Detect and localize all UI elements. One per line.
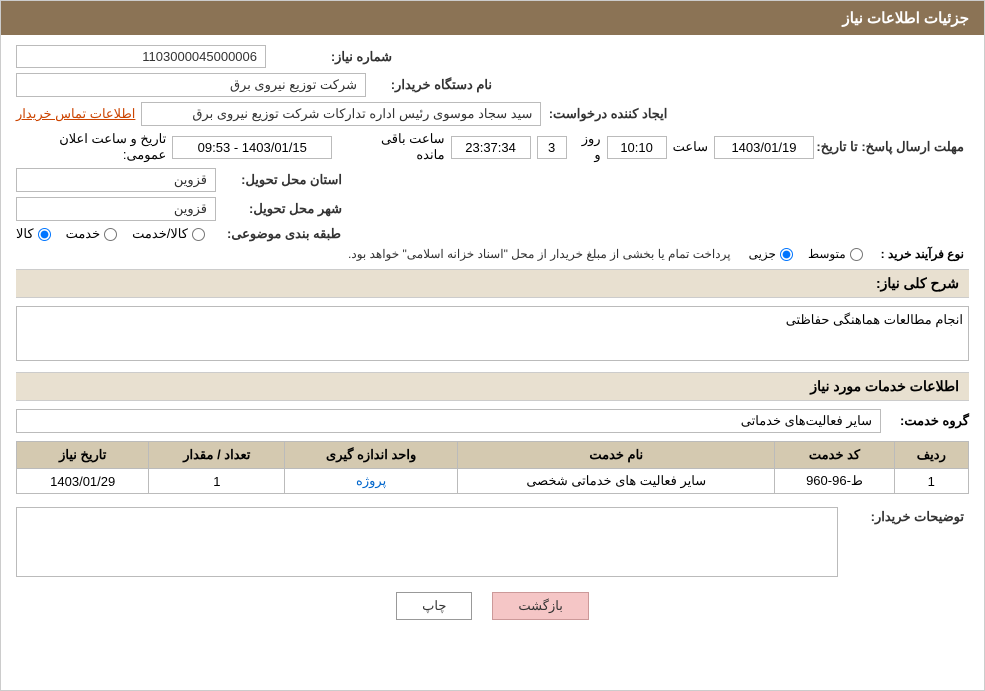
name-darkhast-row: نام دستگاه خریدار: شرکت توزیع نیروی برق xyxy=(16,73,969,97)
radio-motavasset-label: متوسط xyxy=(808,247,846,261)
nooe-desc: پرداخت تمام یا بخشی از مبلغ خریدار از مح… xyxy=(16,247,731,261)
back-button[interactable]: بازگشت xyxy=(492,592,588,620)
tarikh-elan-value: 1403/01/15 - 09:53 xyxy=(172,136,332,159)
rooz-value: 3 xyxy=(537,136,567,159)
nooe-row: نوع فرآیند خرید : متوسط جزیی پرداخت تمام… xyxy=(16,247,969,261)
page-header: جزئیات اطلاعات نیاز xyxy=(1,1,984,35)
th-tedad: تعداد / مقدار xyxy=(149,442,285,469)
radio-motavasset[interactable] xyxy=(850,248,863,261)
buyer-desc-row: توضیحات خریدار: xyxy=(16,504,969,577)
sharh-section-title: شرح کلی نیاز: xyxy=(16,269,969,298)
th-kod: کد خدمت xyxy=(775,442,894,469)
th-tarikh: تاریخ نیاز xyxy=(17,442,149,469)
tarikh-elan-label: تاریخ و ساعت اعلان عمومی: xyxy=(16,131,166,163)
radio-kala-khedmat[interactable] xyxy=(192,228,205,241)
name-darkhast-value: شرکت توزیع نیروی برق xyxy=(16,73,366,97)
buyer-desc-label: توضیحات خریدار: xyxy=(844,504,964,525)
ostan-label: استان محل تحویل: xyxy=(222,172,342,188)
group-value: سایر فعالیت‌های خدماتی xyxy=(16,409,881,433)
ijad-row: ایجاد کننده درخواست: سید سجاد موسوی رئیس… xyxy=(16,102,969,126)
radio-kala-khedmat-label: کالا/خدمت xyxy=(132,226,188,242)
tabaqe-row: طبقه بندی موضوعی: کالا/خدمت خدمت کالا xyxy=(16,226,969,242)
shahr-value: قزوین xyxy=(16,197,216,221)
mohlat-label: مهلت ارسال پاسخ: تا تاریخ: xyxy=(820,139,964,155)
group-label: گروه خدمت: xyxy=(889,413,969,429)
cell-radif: 1 xyxy=(894,469,968,494)
shomara-label: شماره نیاز: xyxy=(272,49,392,65)
radio-kala-khedmat-item: کالا/خدمت xyxy=(132,226,205,242)
content-area: شماره نیاز: 1103000045000006 نام دستگاه … xyxy=(1,35,984,645)
page-title: جزئیات اطلاعات نیاز xyxy=(843,10,970,27)
ostan-value: قزوین xyxy=(16,168,216,192)
th-name: نام خدمت xyxy=(458,442,775,469)
services-section-title: اطلاعات خدمات مورد نیاز xyxy=(16,372,969,401)
ijad-label: ایجاد کننده درخواست: xyxy=(547,106,667,122)
shahr-row: شهر محل تحویل: قزوین xyxy=(16,197,969,221)
radio-khedmat[interactable] xyxy=(104,228,117,241)
nooe-label: نوع فرآیند خرید : xyxy=(881,247,964,261)
nooe-radio-group: متوسط جزیی xyxy=(749,247,863,261)
sharh-container xyxy=(16,306,969,364)
radio-kala-label: کالا xyxy=(16,226,34,242)
cell-tedad: 1 xyxy=(149,469,285,494)
tabaqe-radio-group: کالا/خدمت خدمت کالا xyxy=(16,226,205,242)
th-radif: ردیف xyxy=(894,442,968,469)
rooz-label: روز و xyxy=(573,131,601,163)
shahr-label: شهر محل تحویل: xyxy=(222,201,342,217)
cell-kod: ط-96-960 xyxy=(775,469,894,494)
shomara-row: شماره نیاز: 1103000045000006 xyxy=(16,45,969,68)
sharh-label: شرح کلی نیاز: xyxy=(876,275,959,291)
radio-jozee-label: جزیی xyxy=(749,247,776,261)
radio-jozee-item: جزیی xyxy=(749,247,793,261)
ijad-value: سید سجاد موسوی رئیس اداره تداركات شرکت ت… xyxy=(141,102,541,126)
radio-khedmat-item: خدمت xyxy=(66,226,118,242)
tabaqe-label: طبقه بندی موضوعی: xyxy=(221,226,341,242)
services-title: اطلاعات خدمات مورد نیاز xyxy=(810,378,959,394)
page-container: جزئیات اطلاعات نیاز شماره نیاز: 11030000… xyxy=(0,0,985,691)
table-row: 1 ط-96-960 سایر فعالیت های خدماتی شخصی پ… xyxy=(17,469,969,494)
print-button[interactable]: چاپ xyxy=(396,592,472,620)
baghimande-label: ساعت باقی مانده xyxy=(352,131,445,163)
radio-jozee[interactable] xyxy=(780,248,793,261)
contact-link[interactable]: اطلاعات تماس خریدار xyxy=(16,106,135,122)
baghimande-value: 23:37:34 xyxy=(451,136,531,159)
mohlat-row: مهلت ارسال پاسخ: تا تاریخ: 1403/01/19 سا… xyxy=(16,131,969,163)
date-value: 1403/01/19 xyxy=(714,136,814,159)
cell-tarikh: 1403/01/29 xyxy=(17,469,149,494)
sharh-textarea[interactable] xyxy=(16,306,969,361)
name-darkhast-label: نام دستگاه خریدار: xyxy=(372,77,492,93)
services-table: ردیف کد خدمت نام خدمت واحد اندازه گیری ت… xyxy=(16,441,969,494)
radio-kala-item: کالا xyxy=(16,226,51,242)
radio-khedmat-label: خدمت xyxy=(66,226,101,242)
ostan-row: استان محل تحویل: قزوین xyxy=(16,168,969,192)
cell-name: سایر فعالیت های خدماتی شخصی xyxy=(458,469,775,494)
cell-vahed: پروژه xyxy=(285,469,458,494)
th-vahed: واحد اندازه گیری xyxy=(285,442,458,469)
saat-value: 10:10 xyxy=(607,136,667,159)
shomara-value: 1103000045000006 xyxy=(16,45,266,68)
radio-kala[interactable] xyxy=(38,228,51,241)
btn-row: بازگشت چاپ xyxy=(16,592,969,620)
group-service-row: گروه خدمت: سایر فعالیت‌های خدماتی xyxy=(16,409,969,433)
radio-motavasset-item: متوسط xyxy=(808,247,863,261)
saat-label: ساعت xyxy=(673,139,708,155)
buyer-desc-box xyxy=(16,507,838,577)
